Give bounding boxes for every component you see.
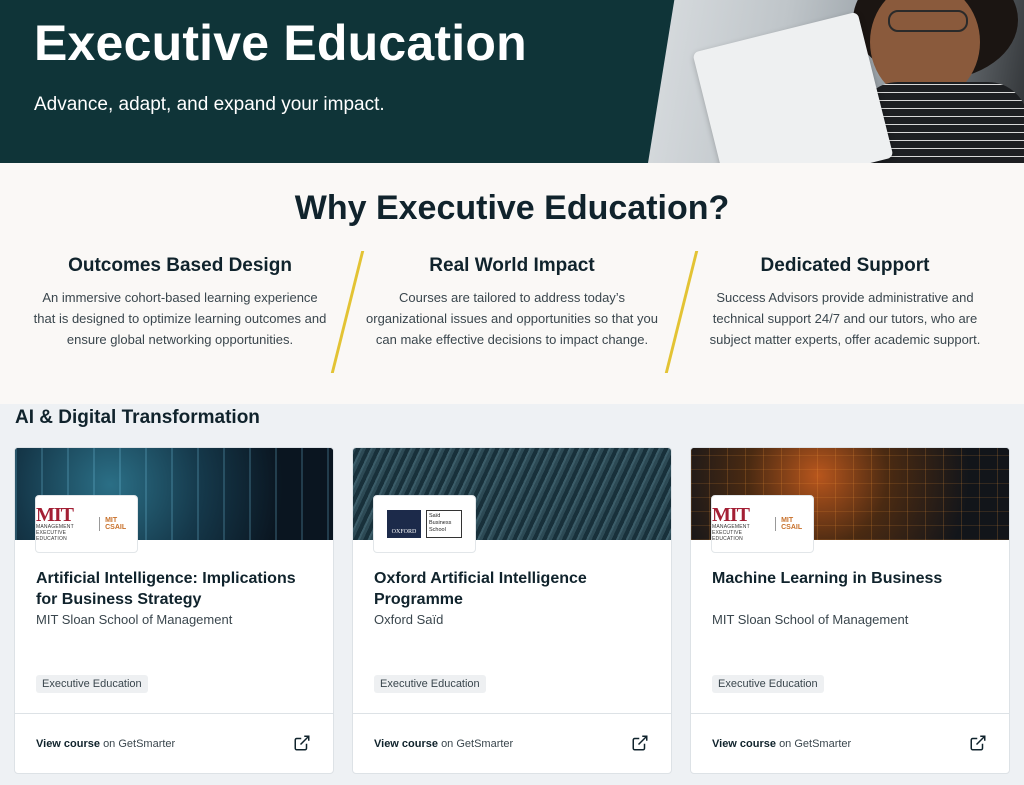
course-badge: Executive Education <box>374 675 486 693</box>
why-column-body: Courses are tailored to address today’s … <box>366 290 658 347</box>
course-card[interactable]: MIT MANAGEMENT EXECUTIVE EDUCATION MIT C… <box>690 447 1010 774</box>
why-column-heading: Real World Impact <box>429 255 595 276</box>
photo-glasses <box>888 10 968 32</box>
view-course-label: View course <box>36 738 100 750</box>
said-business-school-mark: Saïd Business School <box>426 510 462 538</box>
why-column-heading: Dedicated Support <box>760 255 930 276</box>
course-badge: Executive Education <box>36 675 148 693</box>
hero-subtitle: Advance, adapt, and expand your impact. <box>34 94 385 115</box>
course-card[interactable]: OXFORD Saïd Business School Oxford Artif… <box>352 447 672 774</box>
course-school: Oxford Saïd <box>374 612 444 627</box>
why-column-heading: Outcomes Based Design <box>68 255 292 276</box>
course-school: MIT Sloan School of Management <box>36 612 233 627</box>
why-column-body: Success Advisors provide administrative … <box>709 290 981 347</box>
mit-sloan-logo: MIT MANAGEMENT EXECUTIVE EDUCATION MIT C… <box>711 495 814 553</box>
course-title[interactable]: Artificial Intelligence: Implications fo… <box>36 568 316 610</box>
view-course-label: View course <box>374 738 438 750</box>
view-course-suffix: on GetSmarter <box>103 738 176 750</box>
why-column-support: Dedicated Support Success Advisors provi… <box>695 255 995 350</box>
course-card[interactable]: MIT MANAGEMENT EXECUTIVE EDUCATION MIT C… <box>14 447 334 774</box>
course-title[interactable]: Machine Learning in Business <box>712 568 992 589</box>
card-footer: View course on GetSmarter <box>15 713 333 773</box>
hero-title: Executive Education <box>34 15 527 71</box>
view-course-link[interactable]: View course on GetSmarter <box>374 738 513 750</box>
view-course-suffix: on GetSmarter <box>779 738 852 750</box>
card-footer: View course on GetSmarter <box>691 713 1009 773</box>
oxford-crest: OXFORD <box>387 510 421 538</box>
mit-wordmark: MIT MANAGEMENT EXECUTIVE EDUCATION <box>712 504 750 542</box>
mit-csail-mark: MIT CSAIL <box>775 517 813 531</box>
mit-csail-mark: MIT CSAIL <box>99 517 137 531</box>
external-link-icon[interactable] <box>293 734 311 752</box>
course-title[interactable]: Oxford Artificial Intelligence Programme <box>374 568 654 610</box>
view-course-label: View course <box>712 738 776 750</box>
course-badge: Executive Education <box>712 675 824 693</box>
external-link-icon[interactable] <box>631 734 649 752</box>
why-column-impact: Real World Impact Courses are tailored t… <box>362 255 662 350</box>
divider-slash <box>330 251 365 373</box>
category-title: AI & Digital Transformation <box>15 407 260 428</box>
mit-wordmark: MIT MANAGEMENT EXECUTIVE EDUCATION <box>36 504 74 542</box>
why-section: Why Executive Education? Outcomes Based … <box>0 163 1024 404</box>
why-column-body: An immersive cohort-based learning exper… <box>33 290 327 347</box>
oxford-said-logo: OXFORD Saïd Business School <box>373 495 476 553</box>
why-column-outcomes: Outcomes Based Design An immersive cohor… <box>30 255 330 350</box>
why-title: Why Executive Education? <box>294 189 730 227</box>
hero-photo <box>648 0 1024 163</box>
view-course-link[interactable]: View course on GetSmarter <box>36 738 175 750</box>
view-course-suffix: on GetSmarter <box>441 738 514 750</box>
divider-slash <box>664 251 699 373</box>
hero-banner: Executive Education Advance, adapt, and … <box>0 0 1024 163</box>
view-course-link[interactable]: View course on GetSmarter <box>712 738 851 750</box>
external-link-icon[interactable] <box>969 734 987 752</box>
course-school: MIT Sloan School of Management <box>712 612 909 627</box>
card-footer: View course on GetSmarter <box>353 713 671 773</box>
mit-sloan-logo: MIT MANAGEMENT EXECUTIVE EDUCATION MIT C… <box>35 495 138 553</box>
